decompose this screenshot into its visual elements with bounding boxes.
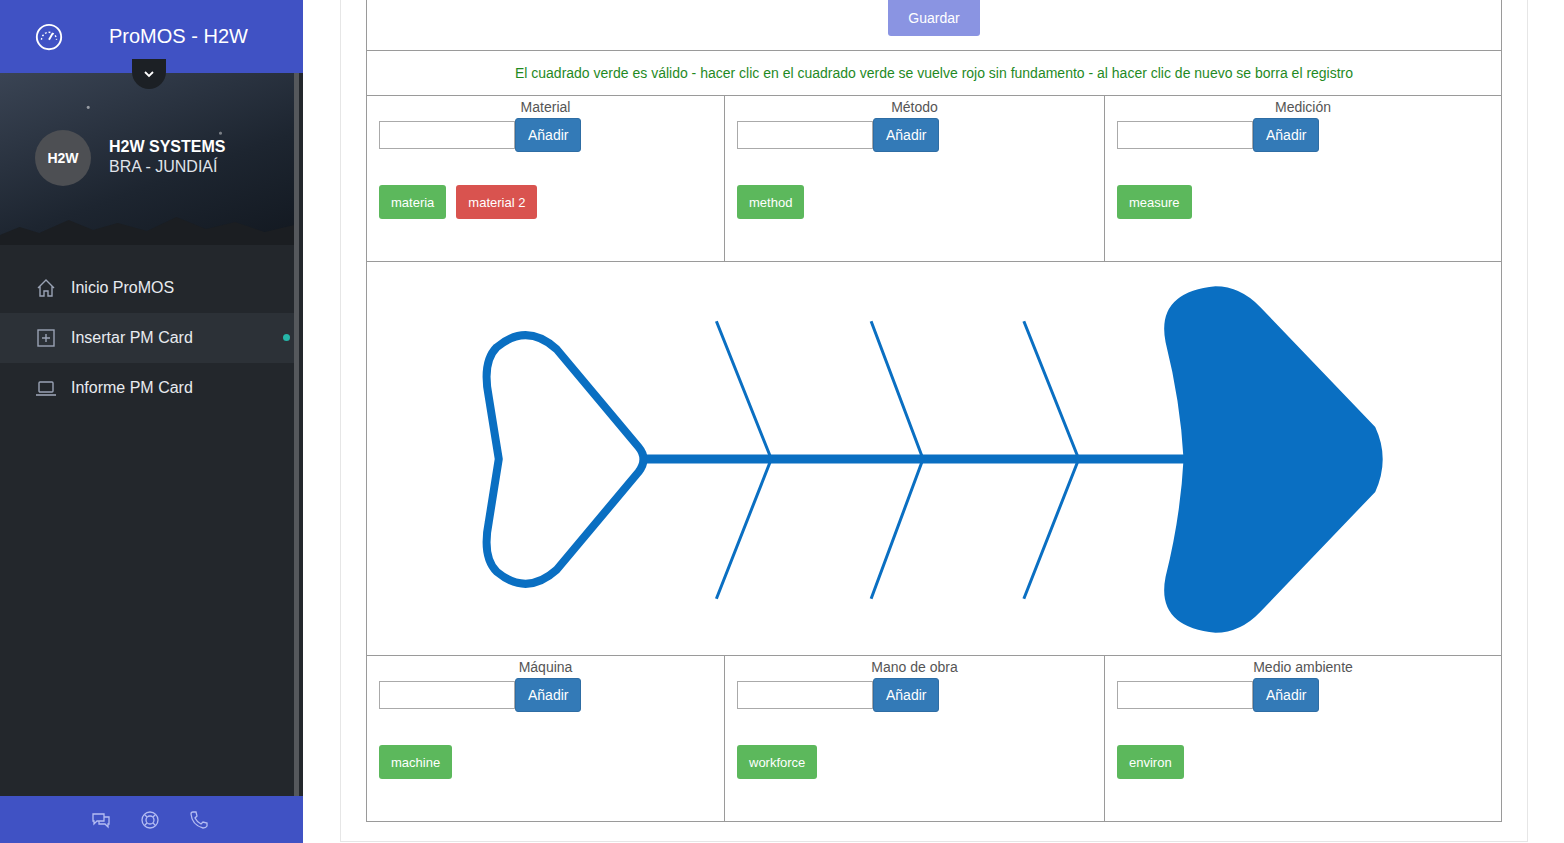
cause-tag[interactable]: method [737, 185, 804, 219]
add-button[interactable]: Añadir [1253, 678, 1319, 712]
cause-input[interactable] [379, 681, 515, 709]
cause-tag[interactable]: measure [1117, 185, 1192, 219]
sidebar: ProMOS - H2W H2W H2W SYSTEMS BRA - JUNDI… [0, 0, 303, 843]
sidebar-nav: Inicio ProMOS Insertar PM Card Informe P… [0, 245, 294, 413]
category-name: Medio ambiente [1117, 658, 1489, 676]
sidebar-footer [0, 796, 303, 843]
mountains-icon [0, 205, 294, 245]
sidebar-item[interactable]: Informe PM Card [0, 363, 294, 413]
cause-input[interactable] [379, 121, 515, 149]
category-cell: Medición Añadir measure [1104, 96, 1501, 261]
cause-tag[interactable]: machine [379, 745, 452, 779]
lifebuoy-icon[interactable] [139, 809, 161, 831]
category-name: Método [737, 98, 1092, 116]
cause-tag[interactable]: environ [1117, 745, 1184, 779]
category-name: Máquina [379, 658, 712, 676]
cause-tag[interactable]: materia [379, 185, 446, 219]
cause-input[interactable] [1117, 121, 1253, 149]
ishikawa-table: Guardar El cuadrado verde es válido - ha… [366, 0, 1502, 822]
fishbone-icon [367, 262, 1501, 655]
add-button[interactable]: Añadir [515, 118, 581, 152]
main-content: Guardar El cuadrado verde es válido - ha… [303, 0, 1564, 843]
cause-tag[interactable]: workforce [737, 745, 817, 779]
category-name: Material [379, 98, 712, 116]
phone-icon[interactable] [188, 809, 210, 831]
add-button[interactable]: Añadir [873, 678, 939, 712]
category-cell: Mano de obra Añadir workforce [724, 656, 1104, 821]
cause-tag[interactable]: material 2 [456, 185, 537, 219]
profile: H2W H2W SYSTEMS BRA - JUNDIAÍ [0, 73, 294, 245]
company-location: BRA - JUNDIAÍ [109, 157, 225, 177]
company-name: H2W SYSTEMS [109, 137, 225, 157]
category-name: Mano de obra [737, 658, 1092, 676]
cause-input[interactable] [737, 121, 873, 149]
page: ProMOS - H2W H2W H2W SYSTEMS BRA - JUNDI… [0, 0, 1564, 843]
laptop-icon [35, 377, 57, 399]
gauge-icon [34, 22, 64, 52]
category-cell: Medio ambiente Añadir environ [1104, 656, 1501, 821]
add-button[interactable]: Añadir [515, 678, 581, 712]
fishbone-diagram [367, 261, 1501, 655]
save-button[interactable]: Guardar [888, 0, 979, 36]
home-icon [35, 277, 57, 299]
category-name: Medición [1117, 98, 1489, 116]
category-cell: Material Añadir materia material 2 [367, 96, 724, 261]
add-button[interactable]: Añadir [1253, 118, 1319, 152]
chevron-down-icon [143, 68, 155, 80]
sidebar-item[interactable]: Insertar PM Card [0, 313, 294, 363]
cause-input[interactable] [1117, 681, 1253, 709]
collapse-button[interactable] [132, 59, 166, 89]
sidebar-item[interactable]: Inicio ProMOS [0, 263, 294, 313]
category-cell: Máquina Añadir machine [367, 656, 724, 821]
pm-card-form: Guardar El cuadrado verde es válido - ha… [340, 0, 1528, 842]
app-title: ProMOS - H2W [109, 25, 248, 48]
category-cell: Método Añadir method [724, 96, 1104, 261]
scrollbar[interactable] [294, 73, 299, 796]
chat-icon[interactable] [90, 809, 112, 831]
avatar: H2W [35, 130, 91, 186]
active-dot [283, 334, 290, 341]
cause-input[interactable] [737, 681, 873, 709]
add-button[interactable]: Añadir [873, 118, 939, 152]
plus-square-icon [35, 327, 57, 349]
instructions: El cuadrado verde es válido - hacer clic… [367, 50, 1501, 95]
